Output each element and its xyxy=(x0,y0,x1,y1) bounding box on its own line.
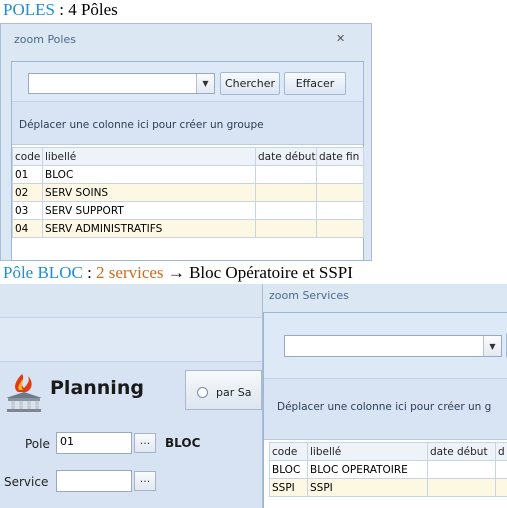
zoom-poles-title: zoom Poles xyxy=(14,33,76,46)
cell-date-debut xyxy=(255,183,317,202)
chercher-button[interactable]: Chercher xyxy=(220,72,280,95)
chevron-down-icon[interactable]: ▼ xyxy=(196,74,214,93)
column-header-date-fin[interactable]: d xyxy=(495,442,507,461)
grid-header-row: code libellé date début date fin xyxy=(12,147,364,166)
caption-service-count: 2 services xyxy=(96,263,164,282)
cell-code: 04 xyxy=(12,219,43,238)
effacer-button[interactable]: Effacer xyxy=(284,72,346,95)
caption-poles-count: : 4 Pôles xyxy=(54,0,118,19)
poles-grid: code libellé date début date fin 01 BLOC… xyxy=(12,147,364,238)
cell-code: BLOC xyxy=(269,460,308,479)
cell-date-debut xyxy=(255,219,317,238)
zoom-services-toolbar: ▼ xyxy=(264,313,507,378)
pole-lookup-button[interactable]: ··· xyxy=(134,433,156,453)
cell-libelle: SERV SOINS xyxy=(42,183,256,202)
cell-code: 02 xyxy=(12,183,43,202)
table-row[interactable]: 02 SERV SOINS xyxy=(12,183,364,202)
service-label: Service xyxy=(4,475,49,489)
chevron-down-icon[interactable]: ▼ xyxy=(483,336,501,356)
table-row[interactable]: 04 SERV ADMINISTRATIFS xyxy=(12,219,364,238)
caption-poles-name: POLES xyxy=(3,0,55,19)
group-by-hint: Déplacer une colonne ici pour créer un g… xyxy=(19,119,264,131)
table-row[interactable]: 03 SERV SUPPORT xyxy=(12,201,364,220)
column-header-code[interactable]: code xyxy=(269,442,308,461)
caption-separator: : xyxy=(82,263,97,282)
column-header-libelle[interactable]: libellé xyxy=(307,442,428,461)
zoom-poles-body: ▼ Chercher Effacer Déplacer une colonne … xyxy=(11,61,364,261)
cell-date-debut xyxy=(255,165,317,184)
poles-search-combo[interactable]: ▼ xyxy=(28,73,215,94)
planning-title: Planning xyxy=(50,377,144,399)
zoom-poles-toolbar: ▼ Chercher Effacer xyxy=(12,62,363,102)
zoom-poles-titlebar: zoom Poles ✕ xyxy=(1,24,371,56)
caption-poles: POLES : 4 Pôles xyxy=(3,0,118,20)
close-icon[interactable]: ✕ xyxy=(336,32,345,45)
cell-libelle: BLOC xyxy=(42,165,256,184)
grid-header-row: code libellé date début d xyxy=(269,442,507,461)
pole-name-label: BLOC xyxy=(165,436,201,450)
radio-par-salle[interactable] xyxy=(197,387,208,398)
cell-date-fin xyxy=(316,165,364,184)
cell-code: 01 xyxy=(12,165,43,184)
cell-date-debut xyxy=(427,478,496,497)
table-row[interactable]: 01 BLOC xyxy=(12,165,364,184)
column-header-libelle[interactable]: libellé xyxy=(42,147,256,166)
table-row[interactable]: SSPI SSPI xyxy=(269,478,507,497)
column-header-date-fin[interactable]: date fin xyxy=(316,147,364,166)
cell-date-fin xyxy=(495,460,507,479)
service-input[interactable] xyxy=(56,470,132,492)
cell-code: SSPI xyxy=(269,478,308,497)
radio-label: par Sa xyxy=(216,386,252,399)
planning-panel-band xyxy=(0,318,262,362)
zoom-poles-window: zoom Poles ✕ ▼ Chercher Effacer Déplacer… xyxy=(0,23,372,261)
cell-date-fin xyxy=(316,183,364,202)
pole-input[interactable]: 01 xyxy=(56,432,132,454)
cell-libelle: BLOC OPERATOIRE xyxy=(307,460,428,479)
cell-date-debut xyxy=(255,201,317,220)
group-by-area[interactable]: Déplacer une colonne ici pour créer un g… xyxy=(12,102,363,145)
cell-libelle: SERV SUPPORT xyxy=(42,201,256,220)
planning-panel-band xyxy=(0,284,262,318)
cell-date-fin xyxy=(316,201,364,220)
service-lookup-button[interactable]: ··· xyxy=(134,471,156,491)
column-header-date-debut[interactable]: date début xyxy=(255,147,317,166)
cell-date-fin xyxy=(495,478,507,497)
group-by-hint: Déplacer une colonne ici pour créer un g xyxy=(277,401,492,413)
zoom-services-window: zoom Services ▼ Déplacer une colonne ici… xyxy=(262,284,507,508)
cell-code: 03 xyxy=(12,201,43,220)
caption-pole-name: Pôle BLOC xyxy=(3,263,83,282)
table-row[interactable]: BLOC BLOC OPERATOIRE xyxy=(269,460,507,479)
planning-mode-box: par Sa xyxy=(185,370,262,410)
services-grid: code libellé date début d BLOC BLOC OPER… xyxy=(269,442,507,497)
group-by-area[interactable]: Déplacer une colonne ici pour créer un g xyxy=(264,378,507,440)
cell-date-debut xyxy=(427,460,496,479)
caption-services-detail: → Bloc Opératoire et SSPI xyxy=(163,263,353,282)
cell-date-fin xyxy=(316,219,364,238)
column-header-code[interactable]: code xyxy=(12,147,43,166)
pole-label: Pole xyxy=(25,437,50,451)
cell-libelle: SERV ADMINISTRATIFS xyxy=(42,219,256,238)
services-search-combo[interactable]: ▼ xyxy=(284,335,502,357)
caption-pole-bloc: Pôle BLOC : 2 services → Bloc Opératoire… xyxy=(3,263,353,283)
column-header-date-debut[interactable]: date début xyxy=(427,442,496,461)
zoom-services-title: zoom Services xyxy=(269,289,349,302)
zoom-services-body: ▼ Déplacer une colonne ici pour créer un… xyxy=(263,312,507,508)
planning-logo-icon xyxy=(6,374,42,412)
cell-libelle: SSPI xyxy=(307,478,428,497)
